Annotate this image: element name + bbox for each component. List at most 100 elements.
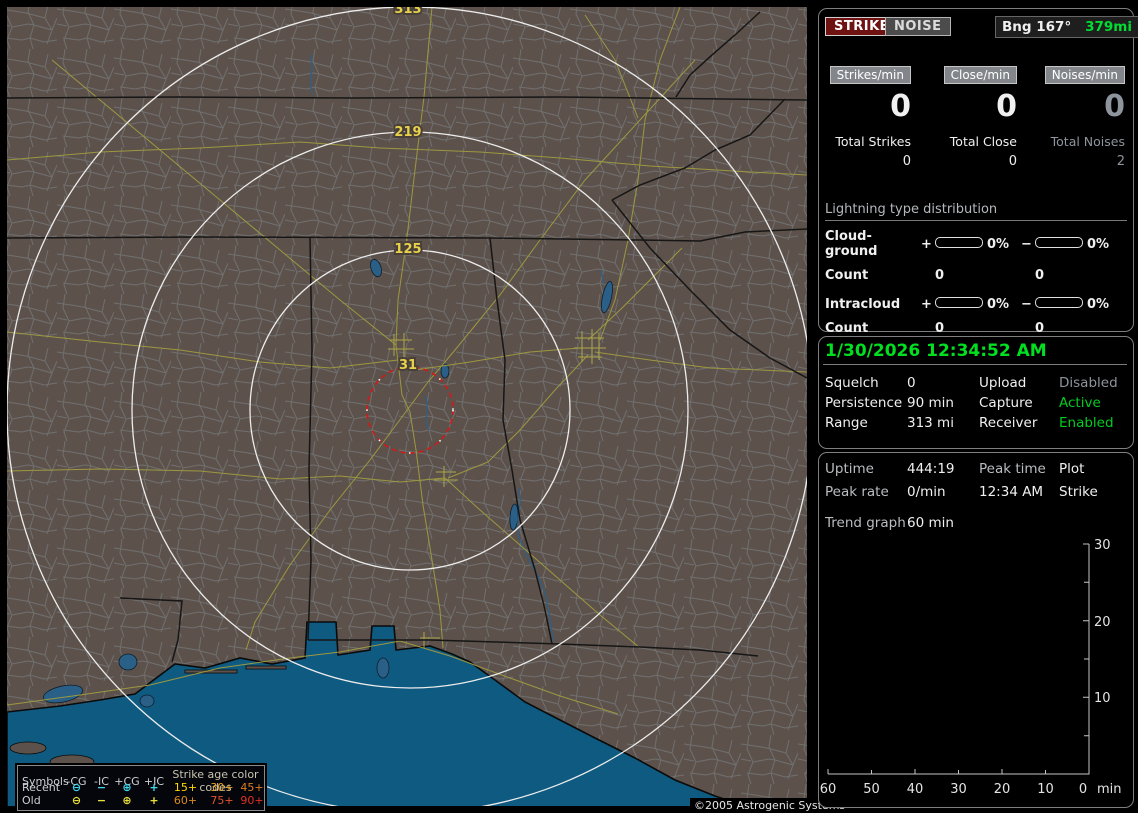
- count-label: Count: [825, 268, 869, 283]
- ic-positive-count: 0: [935, 321, 945, 336]
- strikes-per-min-value: 0: [890, 89, 911, 124]
- x-tick-50: 50: [863, 782, 880, 797]
- intracloud-count-row: Count 0 0: [825, 321, 1127, 336]
- y-tick-30: 30: [1094, 538, 1111, 553]
- lightning-distribution-section: Lightning type distribution Cloud-ground…: [825, 202, 1127, 345]
- squelch-label: Squelch: [825, 375, 879, 391]
- noises-per-min-value: 0: [1104, 89, 1125, 124]
- cloud-ground-row: Cloud-ground + 0% − 0%: [825, 229, 1127, 259]
- receiver-label: Receiver: [979, 415, 1038, 431]
- ring-label-125: 125: [394, 242, 421, 257]
- recent-neg-cg-icon: ⊖: [71, 781, 82, 794]
- datetime-divider: [823, 364, 1127, 365]
- range-receiver-row: Range 313 mi Receiver Enabled: [819, 415, 1133, 431]
- minus-sign: −: [1021, 297, 1032, 312]
- datetime-display: 1/30/2026 12:34:52 AM: [825, 341, 1047, 361]
- old-neg-ic-icon: −: [96, 794, 107, 807]
- bearing-readout: Bng 167° 379mi: [995, 16, 1138, 38]
- age-code-45: 45+: [240, 781, 264, 794]
- total-strikes-label: Total Strikes: [835, 134, 911, 149]
- noises-per-min-column: Noises/min 0 Total Noises 2: [1037, 64, 1125, 169]
- counters-panel: STRIKE NOISE Bng 167° 379mi Strikes/min …: [818, 8, 1138, 336]
- total-close-value: 0: [1008, 154, 1017, 169]
- squelch-value: 0: [907, 375, 916, 391]
- age-code-15: 15+: [173, 781, 198, 794]
- y-ticks: [1083, 543, 1089, 737]
- uptime-label: Uptime: [825, 461, 874, 477]
- strikes-per-min-column: Strikes/min 0 Total Strikes 0: [823, 64, 911, 169]
- map-svg: 313 219 125 31: [7, 7, 807, 806]
- x-tick-60: 60: [820, 782, 837, 797]
- minus-sign: −: [1021, 236, 1032, 252]
- legend-row-recent: Recent: [22, 781, 61, 794]
- peak-time-label: Peak time: [979, 461, 1046, 477]
- total-close-label: Total Close: [949, 134, 1017, 149]
- cloud-ground-count-row: Count 0 0: [825, 268, 1127, 283]
- recent-neg-ic-icon: −: [96, 781, 107, 794]
- persistence-label: Persistence: [825, 395, 903, 411]
- cg-negative-count: 0: [1035, 268, 1045, 283]
- ic-positive-pct: 0%: [987, 297, 1010, 312]
- range-label: Range: [825, 415, 868, 431]
- close-per-min-button[interactable]: Close/min: [943, 66, 1017, 84]
- old-neg-cg-icon: ⊖: [71, 794, 82, 807]
- upload-status: Disabled: [1059, 375, 1118, 391]
- persistence-value: 90 min: [907, 395, 954, 411]
- ring-label-313: 313: [394, 7, 421, 17]
- plus-sign: +: [921, 297, 932, 312]
- upload-label: Upload: [979, 375, 1027, 391]
- bearing-value: Bng 167°: [1002, 19, 1072, 35]
- total-noises-label: Total Noises: [1050, 134, 1125, 149]
- receiver-status: Enabled: [1059, 415, 1114, 431]
- total-strikes-value: 0: [902, 154, 911, 169]
- x-tick-40: 40: [907, 782, 924, 797]
- x-tick-30: 30: [950, 782, 967, 797]
- x-tick-10: 10: [1037, 782, 1054, 797]
- intracloud-row: Intracloud + 0% − 0%: [825, 297, 1127, 312]
- ic-positive-bar: [935, 297, 983, 308]
- ring-label-31: 31: [399, 358, 417, 373]
- trend-graph: 30 20 10 60 50 40 30 20 10 0 min: [820, 538, 1122, 797]
- intracloud-label: Intracloud: [825, 297, 901, 312]
- x-ticks: [827, 769, 1046, 774]
- strikes-per-min-button[interactable]: Strikes/min: [829, 66, 911, 84]
- uptime-value: 444:19: [907, 461, 955, 477]
- noise-mode-button[interactable]: NOISE: [885, 17, 951, 36]
- map-canvas[interactable]: 313 219 125 31 Symbols -CG -IC +CG +IC S…: [7, 7, 850, 813]
- x-tick-20: 20: [994, 782, 1011, 797]
- y-tick-10: 10: [1094, 691, 1111, 706]
- range-value: 313 mi: [907, 415, 954, 431]
- noises-per-min-button[interactable]: Noises/min: [1044, 66, 1125, 84]
- status-panel: 1/30/2026 12:34:52 AM Squelch 0 Upload D…: [818, 336, 1134, 449]
- ring-label-219: 219: [394, 125, 421, 140]
- capture-label: Capture: [979, 395, 1033, 411]
- close-per-min-value: 0: [996, 89, 1017, 124]
- ic-negative-pct: 0%: [1087, 297, 1110, 312]
- x-axis-unit: min: [1097, 782, 1122, 797]
- trend-axes: [828, 544, 1090, 775]
- cloud-ground-label: Cloud-ground: [825, 229, 878, 259]
- persistence-capture-row: Persistence 90 min Capture Active: [819, 395, 1133, 411]
- close-per-min-column: Close/min 0 Total Close 0: [929, 64, 1017, 169]
- uptime-row: Uptime 444:19 Peak time Plot: [819, 461, 1133, 477]
- plus-sign: +: [921, 236, 932, 252]
- plot-mode-value: Strike: [1059, 484, 1098, 500]
- old-pos-cg-icon: ⊕: [122, 794, 132, 807]
- peak-rate-row: Peak rate 0/min 12:34 AM Strike: [819, 484, 1133, 500]
- age-code-30: 30+: [210, 781, 234, 794]
- trend-graph-row: Trend graph 60 min: [819, 515, 1133, 531]
- x-tick-0: 0: [1079, 782, 1087, 797]
- cg-positive-bar: [935, 236, 983, 248]
- plot-label: Plot: [1059, 461, 1085, 477]
- squelch-upload-row: Squelch 0 Upload Disabled: [819, 375, 1133, 391]
- total-noises-value: 2: [1116, 154, 1125, 169]
- cg-negative-pct: 0%: [1087, 236, 1110, 252]
- capture-status: Active: [1059, 395, 1101, 411]
- ic-negative-bar: [1035, 297, 1083, 308]
- strike-symbol-legend: Symbols -CG -IC +CG +IC Strike age color…: [17, 765, 265, 811]
- stats-panel: Uptime 444:19 Peak time Plot Peak rate 0…: [818, 452, 1134, 808]
- trend-graph-label: Trend graph: [825, 515, 906, 531]
- peak-rate-label: Peak rate: [825, 484, 889, 500]
- cg-positive-pct: 0%: [987, 236, 1010, 252]
- y-tick-20: 20: [1094, 615, 1111, 630]
